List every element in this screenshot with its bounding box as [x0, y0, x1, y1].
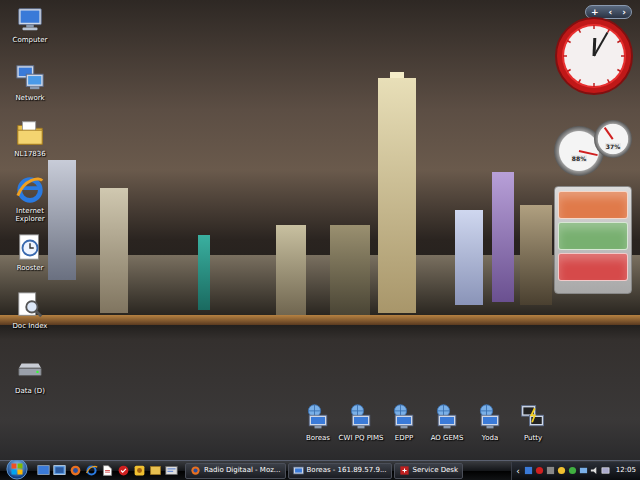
meter-dial: 37% — [594, 120, 632, 158]
network-computer-icon — [433, 402, 461, 432]
color-bar[interactable] — [558, 222, 628, 250]
meter-reading: 88% — [571, 155, 587, 162]
desktop-icon[interactable]: Rooster — [0, 232, 60, 272]
messenger-icon[interactable] — [557, 466, 566, 475]
putty-icon — [519, 402, 547, 432]
desktop-icon[interactable]: Doc Index — [0, 290, 60, 330]
firefox-icon[interactable] — [69, 464, 82, 477]
desktop-icon-label: Rooster — [1, 264, 59, 272]
network-computer-icon — [304, 402, 332, 432]
document-icon[interactable] — [101, 464, 114, 477]
taskbar-button[interactable]: Radio Digitaal - Moz... — [185, 463, 286, 479]
search-document-icon — [15, 290, 45, 320]
schedule-icon — [15, 232, 45, 262]
desktop-icon[interactable]: Internet Explorer — [0, 175, 60, 223]
firefox-icon — [190, 465, 201, 476]
app-icon[interactable] — [133, 464, 146, 477]
taskbar-button-label: Radio Digitaal - Moz... — [204, 466, 281, 475]
task-list: Radio Digitaal - Moz... Boreas - 161.89.5… — [185, 463, 508, 479]
network-connection-icon[interactable] — [601, 466, 610, 475]
start-button-icon[interactable] — [6, 458, 28, 480]
sidebar-control-button[interactable]: › — [622, 7, 626, 17]
network-icon[interactable] — [524, 466, 533, 475]
desktop-shortcut-label: Putty — [504, 434, 562, 442]
meter-reading: 37% — [605, 143, 621, 150]
taskbar-button[interactable]: Service Desk — [394, 463, 464, 479]
taskbar-button[interactable]: Boreas - 161.89.57.9... — [288, 463, 392, 479]
desktop-icon[interactable]: Computer — [0, 4, 60, 44]
desktop-shortcut[interactable]: AO GEMS — [417, 402, 477, 442]
desktop-icon[interactable] — [37, 464, 50, 477]
sidebar-control-button[interactable]: ‹ — [609, 7, 613, 17]
taskbar-button-label: Boreas - 161.89.57.9... — [307, 466, 387, 475]
desktop[interactable]: Computer Network NL17836 Internet Explorer R… — [0, 0, 640, 460]
sidebar-control-button[interactable]: + — [591, 7, 599, 17]
desktop-shortcut[interactable]: Yoda — [460, 402, 520, 442]
taskbar: Radio Digitaal - Moz... Boreas - 161.89.5… — [0, 460, 640, 480]
show-hidden-icons-button[interactable]: ‹ — [516, 466, 520, 476]
desktop-shortcut-label: AO GEMS — [418, 434, 476, 442]
desktop-icon-label: Computer — [1, 36, 59, 44]
desktop-shortcut[interactable]: EDPP — [374, 402, 434, 442]
network-computer-icon — [347, 402, 375, 432]
app-icon[interactable] — [165, 464, 178, 477]
sidebar-controls: + ‹ › — [585, 5, 632, 19]
desktop-icon[interactable]: NL17836 — [0, 118, 60, 158]
internet-explorer-icon — [15, 175, 45, 205]
desktop-icon-label: Doc Index — [1, 322, 59, 330]
folder-icon[interactable] — [149, 464, 162, 477]
network-computer-icon — [390, 402, 418, 432]
desktop-icon-label: Data (D) — [1, 387, 59, 395]
color-bar[interactable] — [558, 253, 628, 281]
computer-icon — [15, 4, 45, 34]
drive-icon — [15, 355, 45, 385]
desktop-shortcut-label: Boreas — [289, 434, 347, 442]
desktop-shortcut-label: Yoda — [461, 434, 519, 442]
taskbar-clock[interactable]: 12:05 — [616, 466, 636, 475]
desktop-shortcut-label: EDPP — [375, 434, 433, 442]
status-icon[interactable] — [568, 466, 577, 475]
window-switch-icon[interactable] — [53, 464, 66, 477]
slideshow-gadget — [554, 186, 632, 294]
internet-explorer-icon[interactable] — [85, 464, 98, 477]
minute-hand — [594, 33, 607, 56]
remote-desktop-icon — [293, 465, 304, 476]
color-bar[interactable] — [558, 191, 628, 219]
app-icon[interactable] — [546, 466, 555, 475]
volume-icon[interactable] — [590, 466, 599, 475]
notification-area: ‹ 12:05 — [511, 462, 640, 480]
desktop-icon[interactable]: Network — [0, 62, 60, 102]
desktop-shortcut[interactable]: Putty — [503, 402, 563, 442]
antivirus-icon[interactable] — [535, 466, 544, 475]
cpu-meter-gadget: 88% 37% — [552, 118, 634, 180]
desktop-icon[interactable]: Data (D) — [0, 355, 60, 395]
quick-launch — [37, 464, 178, 477]
network-computer-icon — [476, 402, 504, 432]
folder-icon — [15, 118, 45, 148]
display-icon[interactable] — [579, 466, 588, 475]
network-icon — [15, 62, 45, 92]
desktop-shortcut[interactable]: CWI PQ PIMS — [331, 402, 391, 442]
desktop-icon-label: Network — [1, 94, 59, 102]
desktop-shortcut-label: CWI PQ PIMS — [332, 434, 390, 442]
desktop-icon-label: NL17836 — [1, 150, 59, 158]
desktop-icon-label: Internet Explorer — [1, 207, 59, 223]
clock-gadget — [554, 16, 634, 96]
taskbar-button-label: Service Desk — [413, 466, 459, 475]
clock-face-icon — [554, 16, 634, 96]
app-icon[interactable] — [117, 464, 130, 477]
service-desk-icon — [399, 465, 410, 476]
